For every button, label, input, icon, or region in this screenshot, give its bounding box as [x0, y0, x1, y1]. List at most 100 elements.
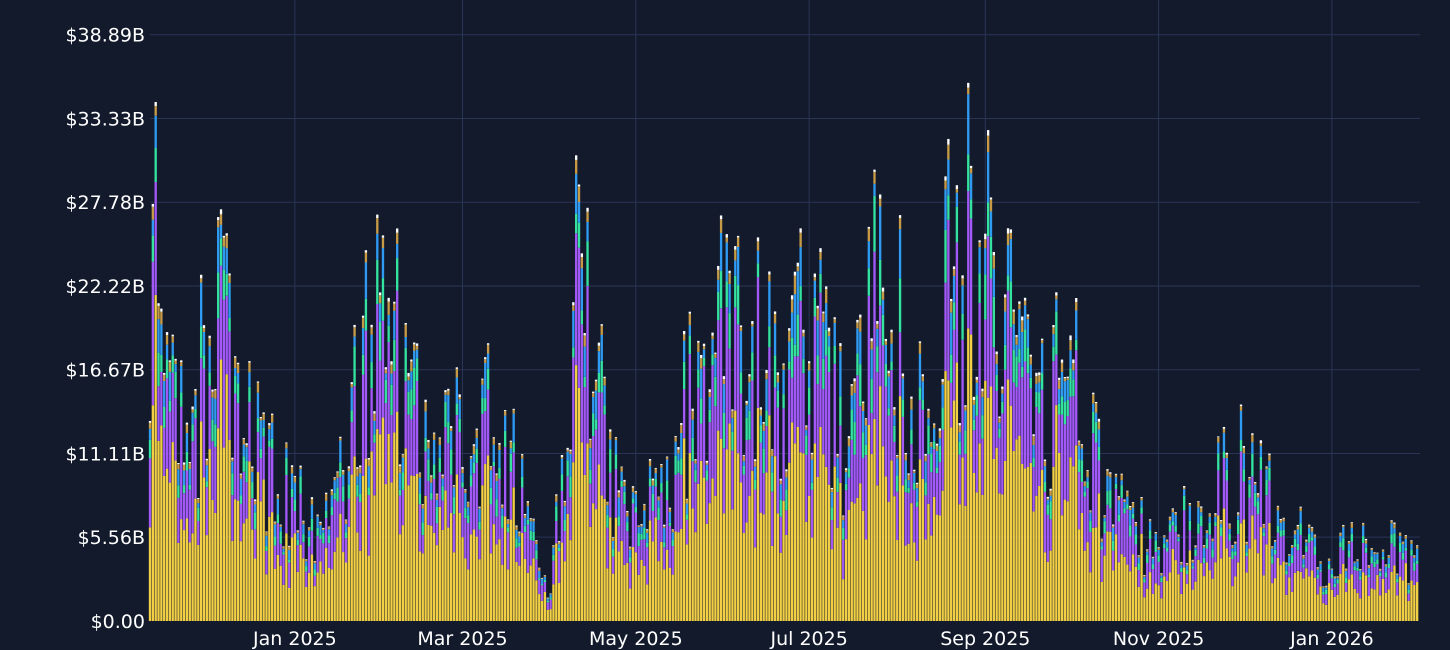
- bar-segment: [950, 382, 953, 428]
- bar-segment: [992, 296, 995, 348]
- bar-segment: [631, 492, 635, 499]
- bar-segment: [449, 513, 453, 621]
- bar-segment: [731, 450, 734, 510]
- bar-segment: [873, 183, 876, 197]
- bar-segment: [228, 331, 231, 440]
- bar-segment: [1086, 488, 1089, 543]
- bar-segment: [165, 378, 169, 469]
- bar-segment: [1276, 510, 1280, 526]
- bar-segment: [930, 472, 933, 536]
- bar-segment: [646, 584, 649, 621]
- bar-segment: [1410, 555, 1413, 581]
- bar-segment: [1009, 281, 1013, 328]
- bar-segment: [722, 376, 726, 380]
- bar-segment: [1313, 554, 1317, 578]
- bar-segment: [992, 458, 995, 621]
- bar-segment: [199, 282, 203, 327]
- bar-segment: [1265, 495, 1268, 545]
- bar-segment: [288, 559, 291, 563]
- bar-segment: [1188, 530, 1192, 551]
- bar-segment: [1356, 561, 1359, 568]
- bar-segment: [1171, 512, 1174, 522]
- bar-segment: [819, 273, 822, 293]
- bar-segment: [378, 434, 382, 621]
- bar-segment: [1097, 429, 1101, 447]
- bar-segment: [651, 485, 655, 494]
- bar-segment: [1219, 523, 1223, 528]
- bar-segment: [660, 541, 663, 621]
- bar-segment: [1080, 445, 1084, 449]
- bar-segment: [1168, 524, 1172, 532]
- bar-segment: [1362, 522, 1365, 524]
- bar-segment: [336, 487, 339, 502]
- bar-segment: [981, 415, 984, 439]
- bar-segment: [1165, 547, 1169, 552]
- bar-segment: [390, 384, 393, 416]
- bar-segment: [478, 521, 481, 530]
- bar-segment: [754, 479, 757, 490]
- bar-segment: [717, 269, 720, 280]
- bar-segment: [1015, 335, 1018, 337]
- bar-segment: [847, 477, 851, 511]
- bar-segment: [944, 189, 947, 230]
- bar-segment: [1032, 511, 1035, 621]
- bar-segment: [660, 467, 663, 484]
- bar-segment: [901, 416, 905, 486]
- bar-segment: [1217, 453, 1220, 471]
- bar-segment: [768, 347, 771, 416]
- bar-segment: [208, 385, 211, 450]
- bar-segment: [364, 298, 368, 331]
- bar-segment: [1234, 544, 1237, 552]
- bar-segment: [682, 340, 686, 362]
- bar-segment: [180, 362, 183, 366]
- bar-segment: [342, 474, 345, 487]
- bar-segment: [1254, 482, 1257, 485]
- bar-segment: [1305, 546, 1308, 553]
- bar-segment: [793, 271, 797, 276]
- bar-segment: [572, 310, 575, 348]
- bar-segment: [1009, 405, 1013, 621]
- bar-segment: [867, 295, 870, 425]
- bar-segment: [1111, 527, 1115, 541]
- bar-segment: [924, 482, 927, 496]
- bar-segment: [700, 398, 703, 424]
- bar-segment: [1362, 536, 1365, 544]
- bar-segment: [1271, 563, 1274, 584]
- bar-segment: [847, 438, 851, 447]
- bar-segment: [361, 317, 365, 329]
- bar-segment: [327, 526, 331, 528]
- bar-segment: [432, 432, 436, 434]
- bar-segment: [245, 447, 248, 461]
- bar-segment: [427, 448, 430, 460]
- bar-segment: [324, 518, 328, 549]
- bar-segment: [984, 248, 987, 275]
- bar-segment: [410, 361, 413, 372]
- bar-segment: [1362, 525, 1365, 537]
- bar-segment: [879, 305, 882, 387]
- bar-segment: [813, 297, 816, 317]
- bar-segment: [1194, 556, 1197, 582]
- bar-segment: [776, 375, 780, 383]
- bar-segment: [810, 489, 814, 538]
- bar-segment: [503, 415, 507, 431]
- bar-segment: [1228, 528, 1231, 534]
- bar-segment: [1381, 551, 1385, 557]
- bar-segment: [643, 503, 646, 505]
- bar-segment: [472, 473, 476, 530]
- bar-segment: [668, 507, 672, 509]
- y-tick-label: $0.00: [91, 611, 145, 633]
- bar-segment: [217, 227, 220, 273]
- bar-segment: [779, 478, 782, 481]
- bar-segment: [1282, 517, 1285, 519]
- bar-segment: [850, 384, 853, 386]
- bar-segment: [859, 317, 862, 332]
- bar-segment: [870, 341, 873, 350]
- bar-segment: [262, 479, 265, 621]
- bar-segment: [1208, 516, 1211, 523]
- bar-segment: [515, 538, 518, 548]
- bar-segment: [1271, 548, 1274, 557]
- bar-segment: [771, 491, 774, 546]
- bar-segment: [1379, 595, 1382, 621]
- bar-segment: [1265, 466, 1268, 468]
- bar-segment: [202, 477, 206, 621]
